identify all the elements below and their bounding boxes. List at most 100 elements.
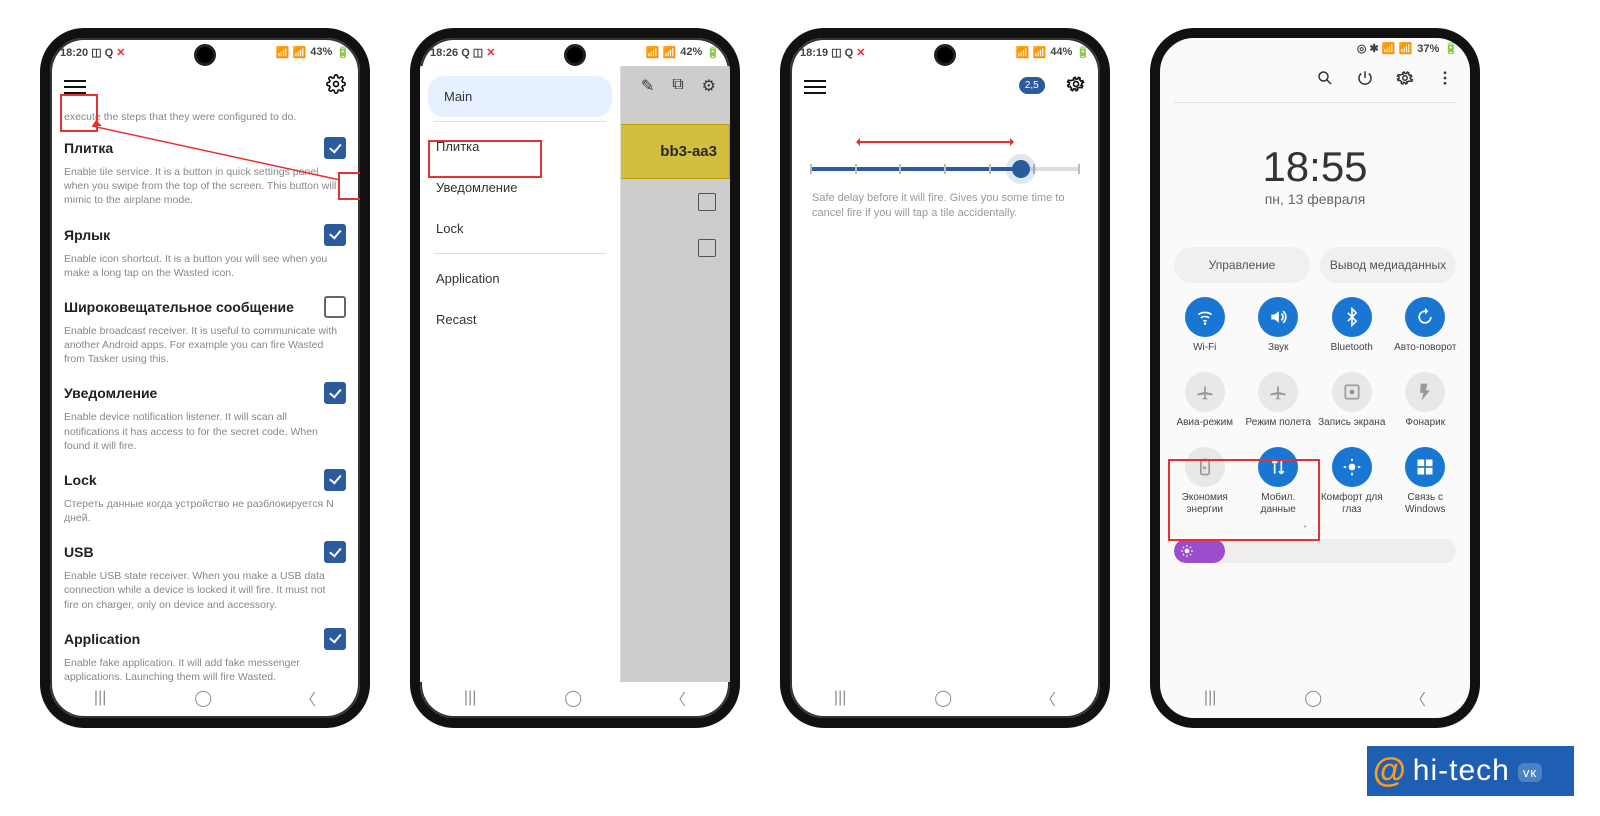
- clock: 18:55: [1160, 109, 1470, 191]
- plane-icon: [1185, 372, 1225, 412]
- hamburger-menu-icon[interactable]: [64, 76, 86, 98]
- android-nav-bar[interactable]: |||◯〈: [790, 684, 1100, 712]
- rotate-icon: [1405, 297, 1445, 337]
- nav-drawer: Main ПлиткаУведомлениеLock ApplicationReca…: [420, 66, 621, 682]
- truncated-text: execute the steps that they were configu…: [64, 111, 346, 123]
- checkbox[interactable]: [324, 541, 346, 563]
- drawer-item[interactable]: Уведомление: [420, 167, 620, 208]
- qs-tile[interactable]: Bluetooth: [1317, 297, 1387, 366]
- quick-settings-tiles: Wi-FiЗвукBluetoothАвто-поворот Авиа-режим…: [1160, 297, 1470, 516]
- setting-title: Широковещательное сообщение: [64, 299, 294, 315]
- slider-description: Safe delay before it will fire. Gives yo…: [790, 179, 1100, 234]
- status-bar: ◎ ✱ 📶 📶37%🔋: [1160, 38, 1470, 59]
- page-indicator: • · ·: [1160, 522, 1470, 531]
- tile-label: Режим полета: [1244, 417, 1314, 441]
- qs-tile[interactable]: Режим полета: [1244, 372, 1314, 441]
- setting-row[interactable]: Application: [64, 628, 346, 650]
- qs-tile[interactable]: Авиа-режим: [1170, 372, 1240, 441]
- qs-tile[interactable]: Связь с Windows: [1391, 447, 1461, 516]
- tile-label: Звук: [1244, 342, 1314, 366]
- status-bar: 18:26 Q ◫ ✕ 📶 📶 42%🔋: [420, 38, 730, 66]
- setting-title: Плитка: [64, 140, 113, 156]
- setting-row[interactable]: Плитка: [64, 137, 346, 159]
- checkbox[interactable]: [324, 224, 346, 246]
- setting-row[interactable]: Ярлык: [64, 224, 346, 246]
- drawer-item[interactable]: Application: [420, 258, 620, 299]
- checkbox[interactable]: [324, 296, 346, 318]
- qs-tile[interactable]: Фонарик: [1391, 372, 1461, 441]
- android-nav-bar[interactable]: |||◯〈: [1160, 684, 1470, 712]
- setting-description: Enable USB state receiver. When you make…: [64, 569, 346, 612]
- win-icon: [1405, 447, 1445, 487]
- media-output-button[interactable]: Вывод медиаданных: [1320, 247, 1456, 283]
- scrim[interactable]: [620, 66, 730, 682]
- settings-gear-icon[interactable]: [1396, 69, 1414, 92]
- checkbox[interactable]: [324, 469, 346, 491]
- sound-icon: [1258, 297, 1298, 337]
- watermark: hi-techvк: [1367, 746, 1574, 796]
- phone-2-drawer: 18:26 Q ◫ ✕ 📶 📶 42%🔋 ✎ ⧉ ⚙ bb3-aa3 MainП…: [410, 28, 740, 728]
- setting-description: Enable device notification listener. It …: [64, 410, 346, 453]
- setting-description: Enable icon shortcut. It is a button you…: [64, 252, 346, 280]
- tile-label: Авто-поворот: [1391, 342, 1461, 366]
- more-icon[interactable]: [1436, 69, 1454, 92]
- bt-icon: [1332, 297, 1372, 337]
- slider-value-bubble: 2,5: [1019, 77, 1045, 94]
- tile-label: Фонарик: [1391, 417, 1461, 441]
- qs-tile[interactable]: Запись экрана: [1317, 372, 1387, 441]
- checkbox[interactable]: [324, 628, 346, 650]
- power-icon[interactable]: [1356, 69, 1374, 92]
- slider-thumb[interactable]: [1012, 160, 1030, 178]
- qs-tile[interactable]: Мобил. данные: [1244, 447, 1314, 516]
- tile-label: Комфорт для глаз: [1317, 492, 1387, 516]
- qs-tile[interactable]: Авто-поворот: [1391, 297, 1461, 366]
- settings-gear-icon[interactable]: [326, 74, 346, 99]
- wifi-icon: [1185, 297, 1225, 337]
- setting-row[interactable]: Уведомление: [64, 382, 346, 404]
- tile-label: Мобил. данные: [1244, 492, 1314, 516]
- setting-title: Lock: [64, 472, 97, 488]
- tile-label: Bluetooth: [1317, 342, 1387, 366]
- settings-gear-icon[interactable]: [1066, 74, 1086, 99]
- qs-tile[interactable]: Звук: [1244, 297, 1314, 366]
- tile-label: Экономия энергии: [1170, 492, 1240, 516]
- checkbox[interactable]: [324, 382, 346, 404]
- setting-description: Enable fake application. It will add fak…: [64, 656, 346, 684]
- tile-label: Связь с Windows: [1391, 492, 1461, 516]
- search-icon[interactable]: [1316, 69, 1334, 92]
- phone-4-quick-settings: ◎ ✱ 📶 📶37%🔋 18:55 пн, 13 февраля Управле…: [1150, 28, 1480, 728]
- brightness-slider[interactable]: [1174, 539, 1456, 563]
- setting-title: Уведомление: [64, 385, 157, 401]
- drawer-item[interactable]: Плитка: [420, 126, 620, 167]
- delay-slider[interactable]: 2,5: [790, 107, 1100, 179]
- setting-row[interactable]: USB: [64, 541, 346, 563]
- plane-icon: [1258, 372, 1298, 412]
- drawer-item[interactable]: Recast: [420, 299, 620, 340]
- battery-icon: [1185, 447, 1225, 487]
- phone-3-slider: 18:19 ◫ Q ✕ 📶 📶 44%🔋 2,5 Safe delay befo…: [780, 28, 1110, 728]
- qs-tile[interactable]: Wi-Fi: [1170, 297, 1240, 366]
- date: пн, 13 февраля: [1160, 191, 1470, 207]
- status-bar: 18:19 ◫ Q ✕ 📶 📶 44%🔋: [790, 38, 1100, 66]
- checkbox[interactable]: [324, 137, 346, 159]
- drawer-item[interactable]: Lock: [420, 208, 620, 249]
- android-nav-bar[interactable]: |||◯〈: [50, 684, 360, 712]
- devices-button[interactable]: Управление: [1174, 247, 1310, 283]
- rec-icon: [1332, 372, 1372, 412]
- setting-row[interactable]: Lock: [64, 469, 346, 491]
- setting-row[interactable]: Широковещательное сообщение: [64, 296, 346, 318]
- data-icon: [1258, 447, 1298, 487]
- drawer-item[interactable]: Main: [428, 76, 612, 117]
- hamburger-menu-icon[interactable]: [804, 76, 826, 98]
- qs-tile[interactable]: Комфорт для глаз: [1317, 447, 1387, 516]
- status-bar: 18:20 ◫ Q ✕ 📶 📶 43%🔋: [50, 38, 360, 66]
- tile-label: Wi-Fi: [1170, 342, 1240, 366]
- setting-title: USB: [64, 544, 94, 560]
- setting-description: Enable tile service. It is a button in q…: [64, 165, 346, 208]
- tile-label: Авиа-режим: [1170, 417, 1240, 441]
- qs-tile[interactable]: Экономия энергии: [1170, 447, 1240, 516]
- setting-title: Application: [64, 631, 140, 647]
- phone-1-settings: 18:20 ◫ Q ✕ 📶 📶 43%🔋 execute the steps t…: [40, 28, 370, 728]
- android-nav-bar[interactable]: |||◯〈: [420, 684, 730, 712]
- eye-icon: [1332, 447, 1372, 487]
